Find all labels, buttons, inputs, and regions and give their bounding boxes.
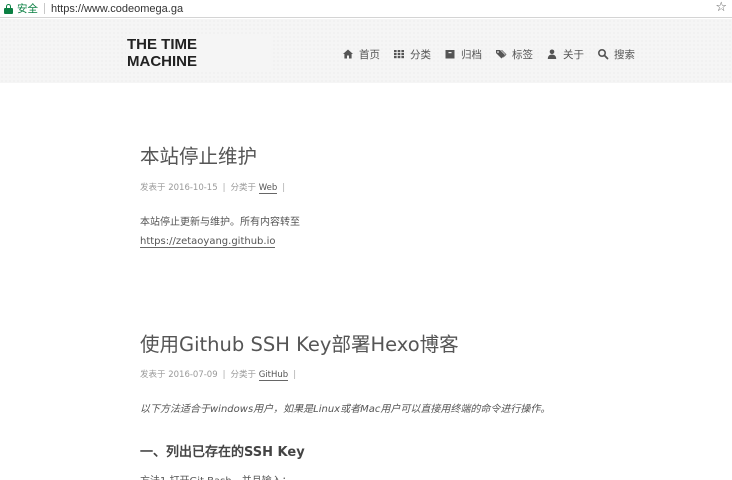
url-text[interactable]: https://www.codeomega.ga bbox=[51, 3, 183, 15]
nav-item-categories[interactable]: 分类 bbox=[393, 47, 431, 62]
grid-icon bbox=[394, 50, 404, 59]
post-title[interactable]: 使用Github SSH Key部署Hexo博客 bbox=[140, 328, 550, 357]
search-icon bbox=[597, 48, 609, 60]
post-item: 使用Github SSH Key部署Hexo博客 发表于 2016-07-09 |… bbox=[140, 328, 550, 480]
nav-item-home[interactable]: 首页 bbox=[342, 47, 380, 62]
category-prefix: 分类于 bbox=[230, 183, 257, 193]
main-nav: 首页 分类 归档 标签 关于 搜索 bbox=[342, 46, 635, 62]
nav-label-home: 首页 bbox=[359, 48, 380, 61]
site-header: THE TIME MACHINE 首页 分类 归档 标签 关于 搜索 bbox=[0, 19, 732, 83]
archive-icon bbox=[445, 50, 455, 59]
posted-prefix: 发表于 bbox=[140, 370, 166, 380]
bookmark-star-icon[interactable]: ☆ bbox=[715, 1, 727, 15]
nav-item-search[interactable]: 搜索 bbox=[597, 47, 635, 62]
post-meta: 发表于 2016-10-15 | 分类于 Web | bbox=[140, 183, 286, 194]
nav-item-archive[interactable]: 归档 bbox=[444, 47, 482, 62]
nav-label-about: 关于 bbox=[563, 48, 584, 61]
method-line: 方法1.打开Git Bash，并且输入： bbox=[140, 472, 550, 480]
section-heading: 一、列出已存在的SSH Key bbox=[140, 445, 305, 460]
post-intro: 以下方法适合于windows用户，如果是Linux或者Mac用户可以直接用终端的… bbox=[140, 404, 551, 415]
category-prefix: 分类于 bbox=[230, 370, 257, 380]
post-item: 本站停止维护 发表于 2016-10-15 | 分类于 Web | 本站停止更新与维护… bbox=[140, 140, 300, 248]
tags-icon bbox=[496, 50, 507, 59]
secure-label: 安全 bbox=[17, 3, 38, 15]
posted-prefix: 发表于 bbox=[140, 183, 166, 193]
post-category-link[interactable]: GitHub bbox=[258, 370, 289, 381]
nav-label-tags: 标签 bbox=[512, 48, 533, 61]
nav-label-search: 搜索 bbox=[614, 48, 635, 61]
nav-item-about[interactable]: 关于 bbox=[546, 47, 584, 62]
nav-label-archive: 归档 bbox=[461, 48, 482, 61]
nav-label-categories: 分类 bbox=[410, 48, 431, 61]
nav-item-tags[interactable]: 标签 bbox=[495, 47, 533, 62]
post-body-text: 本站停止更新与维护。所有内容转至 bbox=[140, 217, 300, 228]
home-icon bbox=[343, 49, 353, 59]
address-bar[interactable]: 安全 https://www.codeomega.ga ☆ bbox=[0, 0, 732, 18]
post-meta: 发表于 2016-07-09 | 分类于 GitHub | bbox=[140, 370, 297, 381]
post-body-link[interactable]: https://zetaoyang.github.io bbox=[140, 236, 276, 248]
site-brand[interactable]: THE TIME MACHINE bbox=[126, 35, 272, 70]
post-title[interactable]: 本站停止维护 bbox=[140, 140, 300, 169]
lock-icon bbox=[4, 3, 13, 14]
user-icon bbox=[547, 49, 557, 59]
post-date: 2016-10-15 bbox=[168, 183, 218, 193]
brand-title: THE TIME MACHINE bbox=[126, 35, 272, 70]
post-category-link[interactable]: Web bbox=[258, 183, 278, 194]
address-divider bbox=[44, 3, 45, 14]
post-date: 2016-07-09 bbox=[168, 370, 218, 380]
